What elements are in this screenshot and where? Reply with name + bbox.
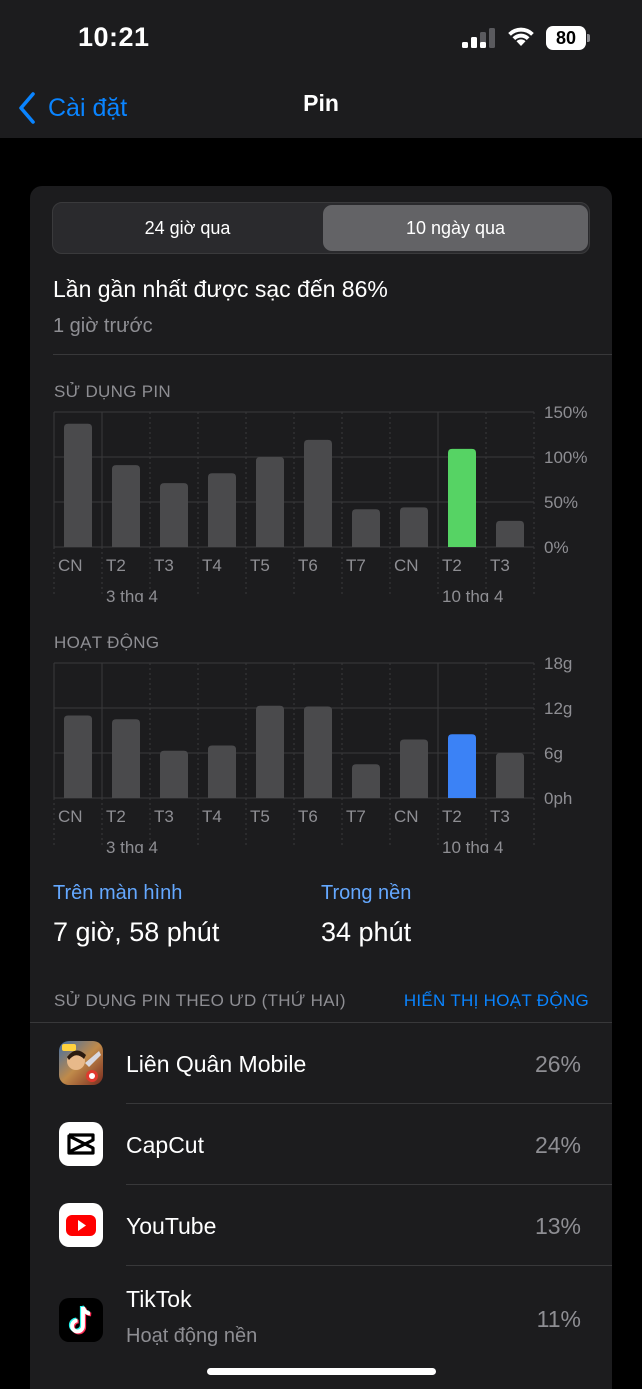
app-name: TikTok: [126, 1286, 192, 1312]
chart-bar[interactable]: [496, 520, 524, 547]
status-bar: 10:21 80: [0, 0, 642, 80]
background-label: Trong nền: [321, 882, 412, 904]
x-tick-label: CN: [394, 807, 419, 826]
week-label: 10 thg 4: [442, 838, 503, 853]
x-tick-label: T3: [154, 556, 174, 575]
chart-bar[interactable]: [496, 753, 524, 798]
chart-bar[interactable]: [112, 719, 140, 798]
activity-chart[interactable]: 18g 12g 6g 0ph CN T2 T3 T4 T5 T6 T7 CN T2 T3 3 thg 4 10…: [52, 653, 604, 853]
chart-bar[interactable]: [256, 457, 284, 547]
y-tick-label: 12g: [544, 699, 572, 718]
chart-bar[interactable]: [64, 715, 92, 799]
app-percent: 11%: [536, 1306, 581, 1332]
y-tick-label: 150%: [544, 403, 587, 422]
chart-bar[interactable]: [448, 448, 476, 547]
app-row-capcut[interactable]: CapCut 24%: [30, 1104, 612, 1185]
cellular-signal-icon: [462, 28, 495, 48]
x-tick-label: T4: [202, 556, 222, 575]
activity-label: HOẠT ĐỘNG: [54, 633, 160, 652]
x-tick-label: T2: [106, 556, 126, 575]
x-tick-label: T5: [250, 556, 270, 575]
on-screen-label: Trên màn hình: [53, 882, 183, 904]
x-tick-label: T6: [298, 556, 318, 575]
y-tick-label: 18g: [544, 654, 572, 673]
app-subtitle: Hoạt động nền: [126, 1325, 258, 1347]
chart-bar[interactable]: [208, 745, 236, 799]
segment-10-days[interactable]: 10 ngày qua: [323, 205, 588, 251]
on-screen-value: 7 giờ, 58 phút: [53, 917, 220, 947]
app-percent: 26%: [534, 1051, 581, 1077]
chart-bar[interactable]: [352, 509, 380, 547]
x-tick-label: T3: [490, 807, 510, 826]
chart-bar[interactable]: [256, 705, 284, 798]
chart-bar[interactable]: [64, 423, 92, 547]
app-row-tiktok[interactable]: TikTok Hoạt động nền 11%: [30, 1266, 612, 1370]
apps-section-header: SỬ DỤNG PIN THEO ƯD (THỨ HAI): [54, 991, 346, 1010]
x-tick-label: CN: [394, 556, 419, 575]
battery-card: 24 giờ qua 10 ngày qua Lần gần nhất được…: [30, 186, 612, 1389]
chart-bar[interactable]: [352, 764, 380, 798]
lienquan-icon: [59, 1041, 103, 1085]
segment-24-hours[interactable]: 24 giờ qua: [55, 205, 320, 251]
x-tick-label: T2: [106, 807, 126, 826]
battery-usage-label: SỬ DỤNG PIN: [54, 382, 171, 401]
battery-level: 80: [546, 26, 586, 50]
app-name: YouTube: [126, 1213, 217, 1239]
chart-bar[interactable]: [160, 483, 188, 547]
x-tick-label: CN: [58, 556, 83, 575]
background-value: 34 phút: [321, 917, 412, 947]
chart-bar[interactable]: [400, 739, 428, 799]
y-tick-label: 50%: [544, 493, 578, 512]
x-tick-label: T3: [490, 556, 510, 575]
x-tick-label: T6: [298, 807, 318, 826]
app-row-lienquan[interactable]: Liên Quân Mobile 26%: [30, 1023, 612, 1104]
x-tick-label: T5: [250, 807, 270, 826]
x-tick-label: T4: [202, 807, 222, 826]
show-activity-button[interactable]: HIỂN THỊ HOẠT ĐỘNG: [404, 991, 589, 1011]
battery-icon: 80: [546, 26, 590, 50]
week-label: 3 thg 4: [106, 838, 158, 853]
y-tick-label: 6g: [544, 744, 563, 763]
last-charge-subtitle: 1 giờ trước: [53, 315, 153, 337]
x-tick-label: T2: [442, 556, 462, 575]
wifi-icon: [508, 27, 534, 46]
chart-bar[interactable]: [448, 734, 476, 798]
x-tick-label: T2: [442, 807, 462, 826]
divider: [53, 354, 612, 355]
x-tick-label: T7: [346, 556, 366, 575]
app-percent: 13%: [534, 1213, 581, 1239]
tiktok-icon: [59, 1298, 103, 1342]
y-tick-label: 0%: [544, 538, 569, 557]
y-tick-label: 0ph: [544, 789, 572, 808]
status-time: 10:21: [78, 22, 150, 52]
chart-bar[interactable]: [208, 473, 236, 547]
home-indicator: [207, 1368, 436, 1375]
youtube-icon: [59, 1203, 103, 1247]
app-row-youtube[interactable]: YouTube 13%: [30, 1185, 612, 1266]
y-tick-label: 100%: [544, 448, 587, 467]
week-label: 10 thg 4: [442, 587, 503, 602]
chart-bar[interactable]: [400, 507, 428, 547]
x-tick-label: T7: [346, 807, 366, 826]
navigation-bar: Cài đặt Pin: [0, 80, 642, 138]
chart-bar[interactable]: [304, 439, 332, 547]
app-percent: 24%: [534, 1132, 581, 1158]
x-tick-label: CN: [58, 807, 83, 826]
week-label: 3 thg 4: [106, 587, 158, 602]
app-name: CapCut: [126, 1132, 204, 1158]
chart-bar[interactable]: [112, 465, 140, 547]
app-name: Liên Quân Mobile: [126, 1051, 307, 1077]
chart-bar[interactable]: [304, 706, 332, 799]
last-charge-title: Lần gần nhất được sạc đến 86%: [53, 276, 388, 302]
capcut-icon: [59, 1122, 103, 1166]
chart-bar[interactable]: [160, 750, 188, 798]
x-tick-label: T3: [154, 807, 174, 826]
page-title: Pin: [303, 90, 339, 116]
battery-usage-chart[interactable]: 150% 100% 50% 0% CN T2 T3 T4 T5 T6 T7 CN T2 T3 3 thg 4…: [52, 402, 604, 602]
time-range-segmented-control: 24 giờ qua 10 ngày qua: [52, 202, 590, 254]
